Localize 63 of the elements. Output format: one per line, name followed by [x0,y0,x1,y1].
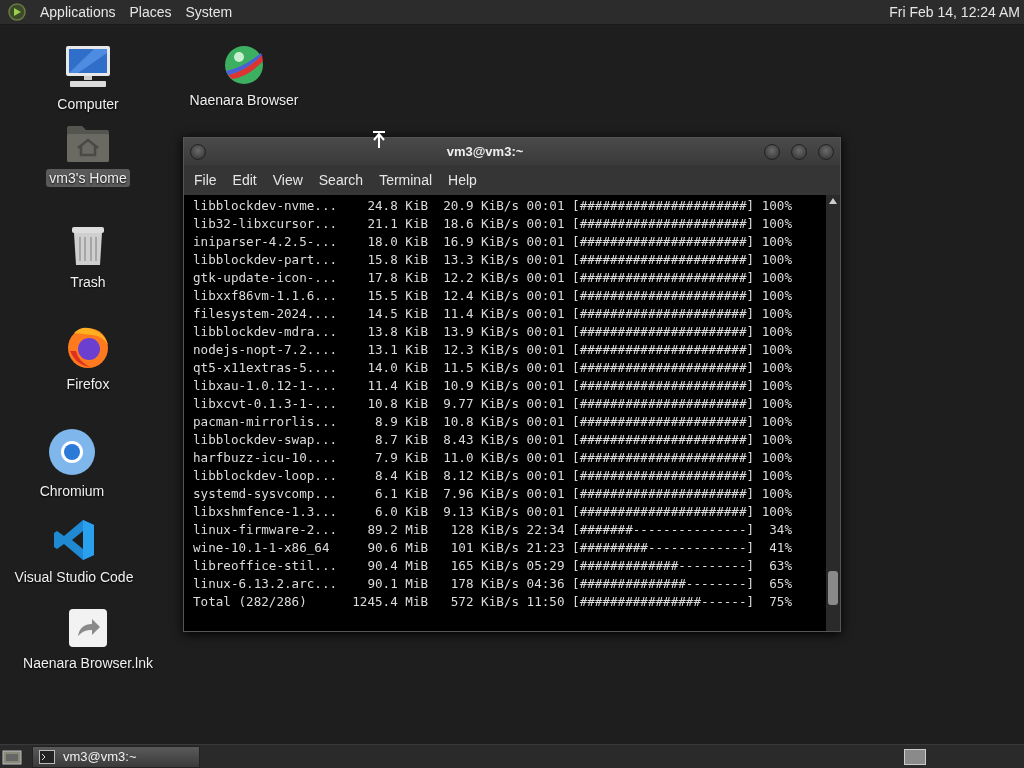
window-menu-button[interactable] [190,143,206,160]
window-title: vm3@vm3:~ [445,144,525,159]
terminal-line: pacman-mirrorlis... 8.9 KiB 10.8 KiB/s 00:01 [######################] 100% [193,413,793,431]
menu-item[interactable]: Edit [224,168,265,192]
desktop-icon-label[interactable]: Chromium [36,482,108,500]
taskbar-button[interactable]: vm3@vm3:~ [32,745,200,768]
terminal-line: libblockdev-mdra... 13.8 KiB 13.9 KiB/s 00:01 [######################] 100% [193,323,793,341]
folder-icon [66,125,110,163]
ring-icon [48,428,96,476]
clock[interactable]: Fri Feb 14, 12:24 AM [889,4,1020,20]
panel-menu[interactable]: System [185,4,233,20]
globe-icon [224,45,264,85]
terminal-line: libxau-1.0.12-1-... 11.4 KiB 10.9 KiB/s 00:01 [######################] 100% [193,377,793,395]
terminal-line: libreoffice-stil... 90.4 MiB 165 KiB/s 05:29 [#############---------] 63% [193,557,793,575]
menu-item[interactable]: Search [310,168,372,192]
trash-icon [70,225,106,267]
terminal-line: libxcvt-0.1.3-1-... 10.8 KiB 9.77 KiB/s 00:01 [######################] 100% [193,395,793,413]
panel-menu[interactable]: Places [129,4,172,20]
terminal-line: gtk-update-icon-... 17.8 KiB 12.2 KiB/s 00:01 [######################] 100% [193,269,793,287]
terminal-line: nodejs-nopt-7.2.... 13.1 KiB 12.3 KiB/s 00:01 [######################] 100% [193,341,793,359]
terminal-line: filesystem-2024.... 14.5 KiB 11.4 KiB/s 00:01 [######################] 100% [193,305,793,323]
desktop-icon-label[interactable]: Naenara Browser.lnk [20,654,156,672]
terminal-line: libblockdev-swap... 8.7 KiB 8.43 KiB/s 00:01 [######################] 100% [193,431,793,449]
terminal-line: libblockdev-part... 15.8 KiB 13.3 KiB/s 00:01 [######################] 100% [193,251,793,269]
terminal-line: libblockdev-nvme... 24.8 KiB 20.9 KiB/s 00:01 [######################] 100% [193,197,793,215]
menu-item[interactable]: View [264,168,311,192]
terminal-line: systemd-sysvcomp... 6.1 KiB 7.96 KiB/s 00:01 [######################] 100% [193,485,793,503]
terminal-line: Total (282/286) 1245.4 MiB 572 KiB/s 11:50 [################------] 75% [193,593,793,611]
logo-icon[interactable] [8,3,26,21]
terminal-line: harfbuzz-icu-10.... 7.9 KiB 11.0 KiB/s 00:01 [######################] 100% [193,449,793,467]
terminal-line: lib32-libxcursor... 21.1 KiB 18.6 KiB/s 00:01 [######################] 100% [193,215,793,233]
scroll-up-icon[interactable] [829,198,837,204]
terminal-line: linux-firmware-2... 89.2 MiB 128 KiB/s 22:34 [#######---------------] 34% [193,521,793,539]
terminal-line: qt5-x11extras-5.... 14.0 KiB 11.5 KiB/s 00:01 [######################] 100% [193,359,793,377]
shortcut-icon [68,608,108,648]
minimize-button[interactable] [764,143,780,160]
maximize-button[interactable] [791,143,807,160]
ribbon-icon [52,518,96,562]
terminal-line: wine-10.1-1-x86_64 90.6 MiB 101 KiB/s 21:23 [#########-------------] 41% [193,539,793,557]
scrollbar[interactable] [826,195,840,631]
globe-icon [66,325,110,369]
desktop-icon-label[interactable]: vm3's Home [46,169,130,187]
cursor-icon [372,131,386,149]
desktop-icon-label[interactable]: Firefox [63,375,113,393]
show-desktop-icon[interactable] [2,747,22,766]
close-button[interactable] [818,143,834,160]
terminal-line: libxxf86vm-1.1.6... 15.5 KiB 12.4 KiB/s 00:01 [######################] 100% [193,287,793,305]
workspace-pager[interactable] [904,748,926,765]
desktop-icon-label[interactable]: Visual Studio Code [11,568,137,586]
terminal-line: linux-6.13.2.arc... 90.1 MiB 178 KiB/s 04:36 [##############--------] 65% [193,575,793,593]
scroll-thumb[interactable] [828,571,838,605]
menu-item[interactable]: Terminal [371,168,441,192]
terminal-line: libblockdev-loop... 8.4 KiB 8.12 KiB/s 00:01 [######################] 100% [193,467,793,485]
desktop-icon-label[interactable]: Computer [54,95,122,113]
terminal-icon [39,749,55,764]
menu-item[interactable]: File [186,168,225,192]
terminal-line: libxshmfence-1.3... 6.0 KiB 9.13 KiB/s 00:01 [######################] 100% [193,503,793,521]
desktop-icon-label[interactable]: Trash [67,273,109,291]
menu-item[interactable]: Help [440,168,485,192]
terminal-line: iniparser-4.2.5-... 18.0 KiB 16.9 KiB/s 00:01 [######################] 100% [193,233,793,251]
panel-menu[interactable]: Applications [40,4,116,20]
desktop-icon-label[interactable]: Naenara Browser [186,91,302,109]
computer-icon [64,45,112,89]
